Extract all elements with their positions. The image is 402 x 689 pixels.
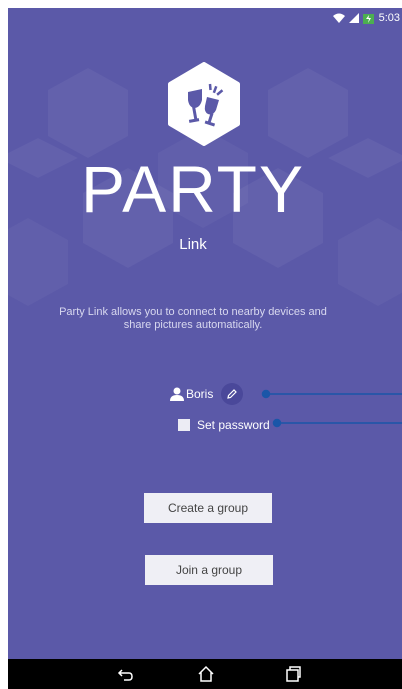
recent-apps-icon[interactable] — [283, 664, 303, 684]
home-icon[interactable] — [196, 664, 216, 684]
app-title: PARTY — [81, 152, 305, 226]
join-group-button[interactable]: Join a group — [145, 555, 273, 585]
app-description: Party Link allows you to connect to near… — [59, 306, 327, 331]
set-password-label: Set password — [197, 418, 270, 432]
device-frame: 5:03 PARTY Link Party Link allows you to… — [8, 8, 402, 689]
user-name-row: Boris — [170, 382, 244, 406]
signal-icon — [348, 13, 359, 23]
user-name: Boris — [186, 387, 214, 401]
party-link-logo — [168, 62, 240, 146]
app-subtitle: Link — [179, 236, 207, 253]
edit-name-button[interactable] — [221, 383, 244, 405]
set-password-row[interactable]: Set password — [178, 416, 270, 434]
status-time: 5:03 — [378, 12, 400, 24]
set-password-checkbox[interactable] — [178, 419, 190, 431]
person-icon — [170, 387, 184, 401]
navigation-bar — [8, 659, 402, 689]
app-screen: 5:03 PARTY Link Party Link allows you to… — [8, 8, 402, 659]
battery-charging-icon — [362, 13, 375, 24]
status-bar: 5:03 — [282, 8, 402, 28]
back-icon[interactable] — [116, 664, 136, 684]
pencil-icon — [227, 389, 238, 399]
create-group-button[interactable]: Create a group — [144, 493, 272, 523]
wifi-icon — [332, 13, 345, 23]
